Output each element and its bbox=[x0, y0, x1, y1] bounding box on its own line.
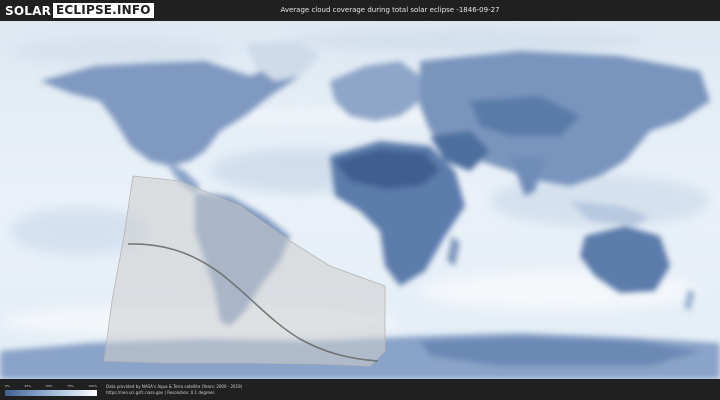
legend-tick: 0% bbox=[5, 384, 10, 388]
legend-color-bar bbox=[5, 390, 97, 396]
credit-link[interactable]: https://neo.sci.gsfc.nasa.gov | Resoluti… bbox=[106, 390, 242, 396]
legend-tick: 25% bbox=[24, 384, 32, 388]
cloud-cover-legend: 0% 25% 50% 75% 100% bbox=[5, 384, 97, 398]
legend-ticks: 0% 25% 50% 75% 100% bbox=[5, 384, 97, 389]
legend-tick: 100% bbox=[88, 384, 97, 388]
page-title: Average cloud coverage during total sola… bbox=[280, 6, 500, 14]
header-bar: SOLAR ECLIPSE.INFO Average cloud coverag… bbox=[0, 0, 720, 21]
cloud-coverage-map bbox=[0, 21, 720, 379]
legend-tick: 75% bbox=[67, 384, 74, 388]
legend-tick: 50% bbox=[45, 384, 53, 388]
footer-bar: 0% 25% 50% 75% 100% Data provided by NAS… bbox=[0, 379, 720, 400]
data-credits: Data provided by NASA's Aqua & Terra sat… bbox=[106, 384, 242, 396]
